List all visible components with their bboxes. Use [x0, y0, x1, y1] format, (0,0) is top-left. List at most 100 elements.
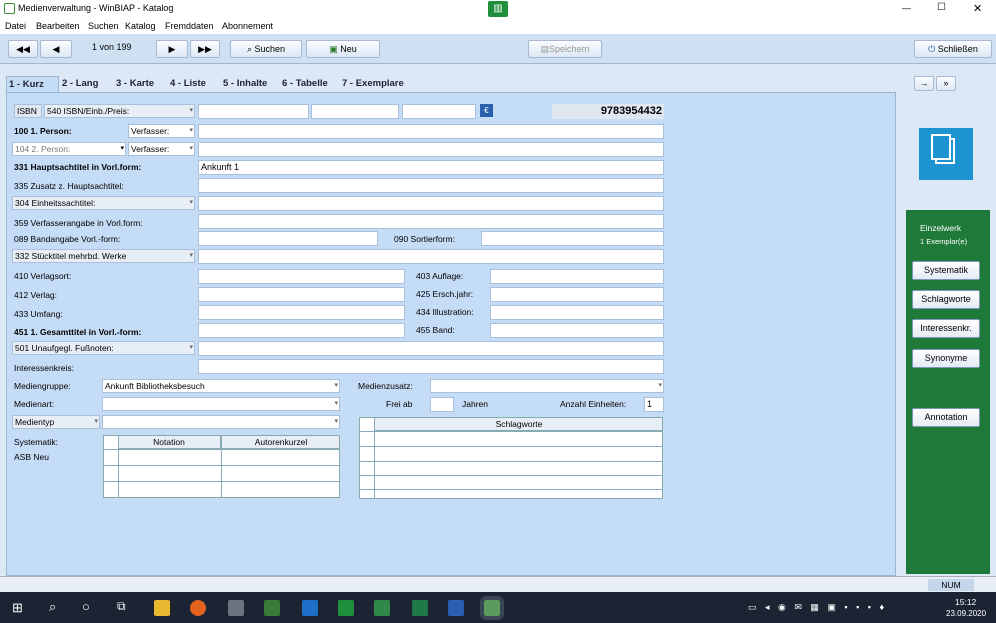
nav-arrow-button[interactable]: →	[914, 76, 934, 91]
isbn-field-1[interactable]	[198, 104, 309, 119]
tab-exemplare[interactable]: 7 - Exemplare	[340, 76, 406, 92]
isbn-field-2[interactable]	[311, 104, 399, 119]
menu-bearbeiten[interactable]: Bearbeiten	[36, 21, 80, 31]
medientyp-value-select[interactable]: ▾	[102, 415, 340, 429]
gesamttitel-label: 451 1. Gesamttitel in Vorl.-form:	[14, 327, 142, 337]
windows-start-icon[interactable]: ⊞	[12, 600, 23, 616]
file-explorer-icon[interactable]	[154, 600, 170, 616]
systematik-button[interactable]: Systematik	[912, 261, 980, 280]
maximize-button[interactable]: ☐	[937, 2, 946, 13]
save-button[interactable]: ▤Speichern	[528, 40, 602, 58]
nav-double-arrow-button[interactable]: »	[936, 76, 956, 91]
einheit-input[interactable]	[198, 196, 664, 211]
prev-record-button[interactable]: ◀	[40, 40, 72, 58]
umfang-input[interactable]	[198, 305, 405, 320]
tab-karte[interactable]: 3 - Karte	[114, 76, 156, 92]
cortana-icon[interactable]: ○	[82, 599, 90, 614]
autorenkurzel-header: Autorenkurzel	[221, 436, 339, 449]
sortierform-input[interactable]	[481, 231, 664, 246]
annotation-button[interactable]: Annotation	[912, 408, 980, 427]
menu-suchen[interactable]: Suchen	[88, 21, 119, 31]
tab-liste[interactable]: 4 - Liste	[168, 76, 208, 92]
search-taskbar-icon[interactable]: ⌕	[49, 599, 56, 615]
zusatz-input[interactable]	[198, 178, 664, 193]
stueck-input[interactable]	[198, 249, 664, 264]
person2-select[interactable]: 104 2. Person: ▾	[12, 142, 126, 156]
firefox-icon[interactable]	[190, 600, 206, 616]
word-icon[interactable]	[448, 600, 464, 616]
menu-abonnement[interactable]: Abonnement	[222, 21, 273, 31]
system-tray-icons[interactable]: ▭ ◂ ◉ ✉ ▦ ▣ ▪ ▪ ▪ ♦	[748, 602, 918, 614]
verfasser-input[interactable]	[198, 214, 664, 229]
next-record-button[interactable]: ▶	[156, 40, 188, 58]
interessenkreis-button[interactable]: Interessenkr.	[912, 319, 980, 338]
tab-kurz[interactable]: 1 - Kurz	[6, 76, 59, 92]
fussnoten-select[interactable]: 501 Unaufgegl. Fußnoten: ▾	[12, 341, 195, 355]
einheit-select[interactable]: 304 Einheitssachtitel: ▾	[12, 196, 195, 210]
close-label: Schließen	[937, 44, 978, 54]
excel-icon[interactable]	[412, 600, 428, 616]
illustration-label: 434 Illustration:	[416, 307, 474, 317]
erschjahr-input[interactable]	[490, 287, 664, 302]
notation-header: Notation	[118, 436, 221, 449]
jahren-label: Jahren	[462, 399, 488, 409]
katalog-active-icon[interactable]	[480, 596, 504, 620]
auflage-input[interactable]	[490, 269, 664, 284]
menu-fremddaten[interactable]: Fremddaten	[165, 21, 214, 31]
copy-icon[interactable]	[919, 128, 973, 180]
verlagsort-input[interactable]	[198, 269, 405, 284]
schlagworte-button[interactable]: Schlagworte	[912, 290, 980, 309]
search-button[interactable]: ⌕ Suchen	[230, 40, 302, 58]
schlagworte-table[interactable]: Schlagworte	[359, 417, 663, 499]
interessenkreis-input[interactable]	[198, 359, 664, 374]
person1-input[interactable]	[198, 124, 664, 139]
book-icon[interactable]: ▥	[488, 1, 508, 17]
last-record-button[interactable]: ▶▶	[190, 40, 220, 58]
isbn-field-3[interactable]	[402, 104, 476, 119]
minimize-button[interactable]: —	[902, 3, 911, 13]
title-input[interactable]: Ankunft 1	[198, 160, 664, 175]
fussnoten-input[interactable]	[198, 341, 664, 356]
medientyp-select[interactable]: Medientyp ▾	[12, 415, 100, 429]
app-icon	[4, 3, 15, 14]
gesamttitel-input[interactable]	[198, 323, 405, 338]
person2-role-value: Verfasser:	[131, 144, 170, 154]
window-title: Medienverwaltung - WinBIAP - Katalog	[18, 3, 174, 13]
app-people-icon[interactable]	[264, 600, 280, 616]
synonyme-button[interactable]: Synonyme	[912, 349, 980, 368]
isbn-button[interactable]: ISBN	[14, 104, 42, 118]
person1-role-select[interactable]: Verfasser: ▾	[128, 124, 195, 138]
task-view-icon[interactable]: ⧉	[117, 599, 126, 614]
menu-bar: Datei Bearbeiten Suchen Katalog Fremddat…	[0, 18, 996, 34]
menu-datei[interactable]: Datei	[5, 21, 26, 31]
medienzusatz-select[interactable]: ▾	[430, 379, 664, 393]
tab-inhalte[interactable]: 5 - Inhalte	[221, 76, 269, 92]
app-green-icon[interactable]	[374, 600, 390, 616]
medienart-select[interactable]: ▾	[102, 397, 340, 411]
auflage-label: 403 Auflage:	[416, 271, 464, 281]
new-button[interactable]: ▣ Neu	[306, 40, 380, 58]
bandangabe-input[interactable]	[198, 231, 378, 246]
verlag-input[interactable]	[198, 287, 405, 302]
winbiap-icon[interactable]	[338, 600, 354, 616]
close-button[interactable]: ⏻ Schließen	[914, 40, 992, 58]
menu-katalog[interactable]: Katalog	[125, 21, 156, 31]
tab-tabelle[interactable]: 6 - Tabelle	[280, 76, 330, 92]
frei-ab-input[interactable]	[430, 397, 454, 412]
person2-role-select[interactable]: Verfasser: ▾	[128, 142, 195, 156]
calculator-icon[interactable]	[228, 600, 244, 616]
first-record-button[interactable]: ◀◀	[8, 40, 38, 58]
close-window-button[interactable]: ✕	[973, 2, 982, 15]
systematik-value: ASB Neu	[14, 452, 49, 462]
outlook-icon[interactable]	[302, 600, 318, 616]
mediengruppe-select[interactable]: Ankunft Bibliotheksbesuch ▾	[102, 379, 340, 393]
anzahl-input[interactable]: 1	[644, 397, 664, 412]
illustration-input[interactable]	[490, 305, 664, 320]
band-input[interactable]	[490, 323, 664, 338]
isbn-type-select[interactable]: 540 ISBN/Einb./Preis: ▾	[44, 104, 195, 118]
tab-lang[interactable]: 2 - Lang	[60, 76, 100, 92]
currency-icon[interactable]: €	[480, 104, 493, 117]
person2-input[interactable]	[198, 142, 664, 157]
systematik-table[interactable]: Notation Autorenkurzel	[103, 435, 340, 498]
stueck-select[interactable]: 332 Stücktitel mehrbd. Werke ▾	[12, 249, 195, 263]
